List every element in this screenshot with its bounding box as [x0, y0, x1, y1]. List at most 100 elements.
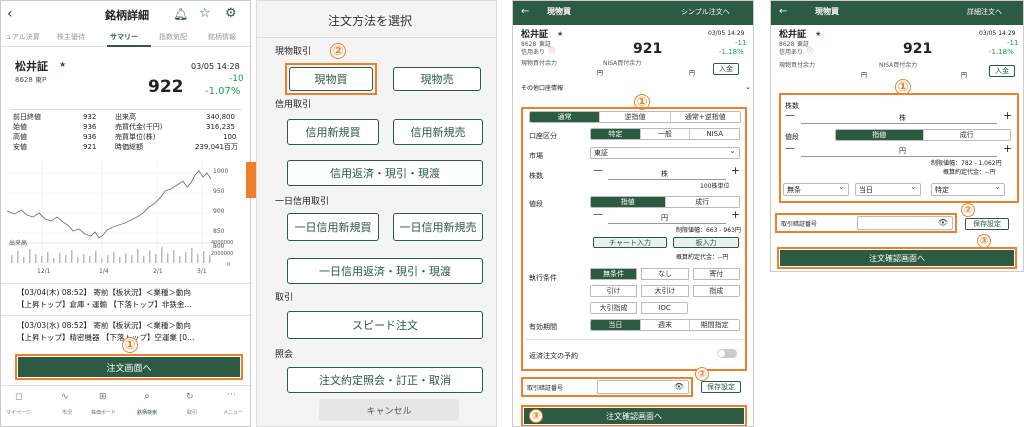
eye-icon[interactable]: 👁︎: [674, 383, 684, 391]
limit-option[interactable]: 指値: [591, 197, 666, 207]
market-option[interactable]: 成行: [923, 130, 1010, 140]
plus-icon[interactable]: +: [731, 165, 740, 176]
price-input[interactable]: [608, 223, 726, 224]
nav-board[interactable]: 株価ボード: [91, 411, 116, 416]
deposit-button[interactable]: 入金: [713, 63, 739, 75]
repay-reserve-toggle[interactable]: [717, 349, 737, 358]
back-arrow-icon[interactable]: ‹: [7, 7, 13, 21]
chevron-down-icon[interactable]: ⌄: [745, 84, 751, 91]
account-selector[interactable]: 特定 一般 NISA: [590, 128, 740, 140]
market-option[interactable]: 成行: [665, 197, 739, 207]
star-icon[interactable]: ☆: [199, 7, 211, 20]
qty-input[interactable]: [801, 123, 997, 124]
exec-close[interactable]: 引け: [590, 285, 638, 297]
minus-icon[interactable]: —: [593, 166, 603, 176]
market-icon[interactable]: ∿: [61, 393, 69, 402]
tab-results[interactable]: ュアル決算: [5, 34, 40, 41]
account-nisa[interactable]: NISA: [690, 129, 739, 139]
day-margin-close-button[interactable]: 一日信用返済・現引・現渡: [287, 258, 483, 284]
save-settings-button[interactable]: 保存設定: [965, 218, 1009, 230]
tab-info[interactable]: 銘柄情報: [208, 34, 236, 41]
order-confirm-button[interactable]: 注文確認画面へ: [780, 250, 1014, 266]
qty-input[interactable]: [608, 179, 726, 180]
order-screen-button[interactable]: 注文画面へ: [18, 357, 240, 377]
exec-open[interactable]: 寄付: [692, 268, 740, 280]
nav-menu[interactable]: メニュー: [223, 411, 243, 416]
info-icon[interactable]: ⓘ: [549, 49, 555, 55]
exec-row-3[interactable]: 大引指成 IOC: [590, 302, 688, 314]
exec-final-close[interactable]: 大引け: [641, 285, 689, 297]
other-account-info[interactable]: その他口座情報: [521, 86, 563, 92]
margin-close-button[interactable]: 信用返済・現引・現渡: [287, 160, 483, 186]
period-week[interactable]: 週末: [640, 320, 691, 330]
plus-icon[interactable]: +: [731, 209, 740, 220]
favorite-star-icon[interactable]: ★: [557, 31, 563, 38]
plus-icon[interactable]: +: [1003, 143, 1012, 154]
margin-new-sell-button[interactable]: 信用新規売: [393, 119, 483, 145]
price-input[interactable]: [801, 156, 997, 157]
nav-search[interactable]: 銘柄検索: [137, 411, 157, 416]
period-today[interactable]: 当日: [591, 320, 641, 330]
deposit-button[interactable]: 入金: [989, 65, 1015, 77]
board-input-button[interactable]: 板入力: [673, 237, 739, 248]
exec-ioc[interactable]: IOC: [641, 302, 688, 314]
period-selector[interactable]: 当日 週末 期間指定: [590, 319, 740, 331]
back-arrow-icon[interactable]: ←: [779, 7, 787, 17]
order-inquiry-button[interactable]: 注文約定照会・訂正・取消: [287, 367, 483, 393]
nav-trade[interactable]: 取引: [187, 411, 197, 416]
pin-input[interactable]: 👁︎: [597, 380, 689, 394]
period-select[interactable]: 当日: [855, 182, 921, 196]
order-type-tabs[interactable]: 通常 逆指値 通常+逆指値: [529, 111, 741, 123]
bell-icon[interactable]: 🔔︎: [173, 8, 188, 20]
news-item[interactable]: 【03/04(木) 08:52】 寄前【板状況】＜業種＞動向 【上昇トップ】倉庫…: [1, 284, 250, 314]
search-icon[interactable]: ⌕: [144, 392, 150, 402]
tab-quotes[interactable]: 指数気配: [159, 34, 187, 41]
condition-select[interactable]: 無条: [783, 182, 849, 196]
limit-option[interactable]: 指値: [836, 130, 924, 140]
price-type-selector[interactable]: 指値 成行: [590, 196, 740, 208]
favorite-star-icon[interactable]: ★: [59, 61, 66, 69]
speed-order-button[interactable]: スピード注文: [287, 311, 483, 339]
home-icon[interactable]: ◻: [15, 393, 22, 402]
info-icon[interactable]: ⓘ: [807, 49, 813, 55]
exec-row-2[interactable]: 引け 大引け 指成: [590, 285, 740, 297]
cancel-button[interactable]: キャンセル: [319, 399, 459, 421]
account-select[interactable]: 特定: [931, 182, 1005, 196]
plus-icon[interactable]: +: [1003, 110, 1012, 121]
nav-market[interactable]: 市況: [62, 411, 72, 416]
margin-new-buy-button[interactable]: 信用新規買: [287, 119, 379, 145]
minus-icon[interactable]: —: [785, 111, 795, 121]
tab-normal[interactable]: 通常: [530, 112, 601, 122]
tab-summary[interactable]: サマリー: [110, 34, 138, 41]
tab-normal-stop[interactable]: 通常+逆指値: [670, 112, 740, 122]
day-margin-buy-button[interactable]: 一日信用新規買: [287, 213, 379, 241]
exec-nashi[interactable]: なし: [641, 268, 689, 280]
tab-stop[interactable]: 逆指値: [600, 112, 671, 122]
account-general[interactable]: 一般: [640, 129, 691, 139]
nav-mypage[interactable]: マイページ: [6, 411, 31, 416]
menu-icon[interactable]: ⋯: [227, 391, 236, 400]
detailed-order-link[interactable]: 詳細注文へ: [967, 9, 1002, 16]
exec-row-1[interactable]: 無条件 なし 寄付: [590, 268, 740, 280]
exec-none[interactable]: 無条件: [590, 268, 638, 280]
eye-icon[interactable]: 👁︎: [938, 219, 948, 227]
board-icon[interactable]: ⊞: [99, 393, 107, 402]
tab-benefits[interactable]: 株主優待: [57, 34, 85, 41]
market-select[interactable]: 東証: [590, 146, 740, 159]
day-margin-sell-button[interactable]: 一日信用新規売: [393, 213, 483, 241]
pin-input[interactable]: 👁︎: [857, 216, 953, 230]
cash-sell-button[interactable]: 現物売: [393, 67, 481, 91]
simple-order-link[interactable]: シンプル注文へ: [681, 9, 730, 16]
back-arrow-icon[interactable]: ←: [521, 7, 529, 17]
minus-icon[interactable]: —: [785, 144, 795, 154]
favorite-star-icon[interactable]: ★: [815, 31, 821, 38]
period-custom[interactable]: 期間指定: [690, 320, 739, 330]
chart-input-button[interactable]: チャート入力: [593, 237, 667, 248]
price-type-selector[interactable]: 指値 成行: [835, 129, 1011, 141]
cash-buy-button[interactable]: 現物買: [289, 67, 373, 91]
trade-icon[interactable]: ↻: [186, 393, 194, 402]
gear-icon[interactable]: ⚙: [225, 7, 237, 20]
exec-limit-market[interactable]: 指成: [692, 285, 740, 297]
exec-final-limit-market[interactable]: 大引指成: [590, 302, 637, 314]
save-settings-button[interactable]: 保存設定: [701, 381, 741, 393]
